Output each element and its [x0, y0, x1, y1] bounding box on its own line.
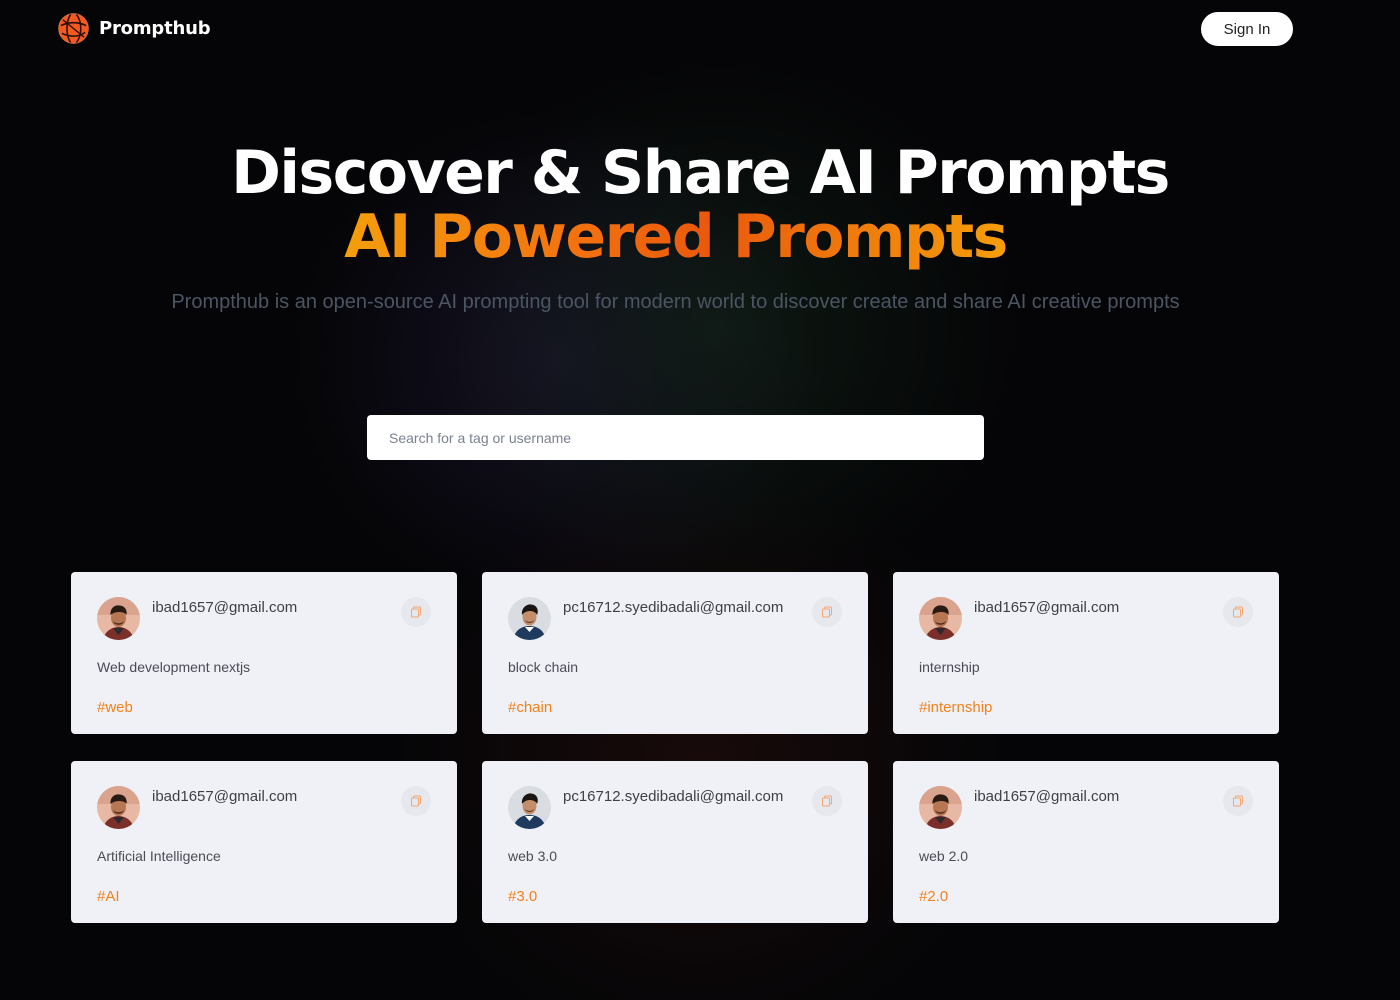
copy-icon: [411, 795, 421, 807]
prompt-card[interactable]: pc16712.syedibadali@gmail.com web 3.0 #3…: [482, 761, 868, 923]
prompt-card[interactable]: ibad1657@gmail.com web 2.0 #2.0: [893, 761, 1279, 923]
prompt-tag[interactable]: #3.0: [508, 888, 537, 905]
user-email[interactable]: ibad1657@gmail.com: [152, 599, 297, 616]
globe-icon: [58, 13, 89, 44]
copy-button[interactable]: [1223, 597, 1253, 627]
prompt-card[interactable]: pc16712.syedibadali@gmail.com block chai…: [482, 572, 868, 734]
user-email[interactable]: ibad1657@gmail.com: [974, 599, 1119, 616]
copy-button[interactable]: [401, 786, 431, 816]
copy-icon: [1233, 795, 1243, 807]
user-email[interactable]: pc16712.syedibadali@gmail.com: [563, 599, 783, 616]
prompt-text: internship: [919, 659, 980, 675]
prompt-tag[interactable]: #web: [97, 699, 133, 716]
prompt-tag[interactable]: #internship: [919, 699, 992, 716]
prompt-tag[interactable]: #chain: [508, 699, 552, 716]
copy-icon: [411, 606, 421, 618]
avatar-ibad-icon: [919, 597, 962, 640]
copy-icon: [1233, 606, 1243, 618]
copy-button[interactable]: [812, 597, 842, 627]
copy-button[interactable]: [401, 597, 431, 627]
avatar-syed-icon: [508, 597, 551, 640]
avatar[interactable]: [97, 597, 140, 640]
subtitle-text: AI Powered Prompts: [344, 202, 1008, 272]
avatar[interactable]: [97, 786, 140, 829]
copy-icon: [822, 795, 832, 807]
page-title: Discover & Share AI Prompts: [231, 138, 1170, 208]
copy-button[interactable]: [812, 786, 842, 816]
user-email[interactable]: ibad1657@gmail.com: [152, 788, 297, 805]
logo[interactable]: Prompthub: [57, 12, 211, 45]
page-subtitle: AI Powered Prompts: [0, 201, 1351, 273]
avatar-ibad-icon: [97, 786, 140, 829]
avatar[interactable]: [508, 786, 551, 829]
prompt-text: block chain: [508, 659, 579, 675]
hero-description: Prompthub is an open-source AI prompting…: [171, 291, 1180, 313]
user-email[interactable]: ibad1657@gmail.com: [974, 788, 1119, 805]
prompt-text: Web development nextjs: [97, 659, 251, 675]
avatar-ibad-icon: [97, 597, 140, 640]
prompt-tag[interactable]: #AI: [97, 888, 120, 905]
prompt-card[interactable]: ibad1657@gmail.com Artificial Intelligen…: [71, 761, 457, 923]
prompt-text: web 3.0: [508, 848, 558, 864]
avatar[interactable]: [508, 597, 551, 640]
copy-button[interactable]: [1223, 786, 1253, 816]
avatar-syed-icon: [508, 786, 551, 829]
prompt-card[interactable]: ibad1657@gmail.com Web development nextj…: [71, 572, 457, 734]
navbar: Prompthub Sign In: [0, 0, 1400, 60]
brand-name: Prompthub: [99, 18, 211, 39]
avatar-ibad-icon: [919, 786, 962, 829]
avatar[interactable]: [919, 786, 962, 829]
sign-in-button[interactable]: Sign In: [1201, 12, 1293, 46]
copy-icon: [822, 606, 832, 618]
prompt-card[interactable]: ibad1657@gmail.com internship #internshi…: [893, 572, 1279, 734]
prompt-text: web 2.0: [919, 848, 969, 864]
prompt-text: Artificial Intelligence: [97, 848, 221, 864]
avatar[interactable]: [919, 597, 962, 640]
prompt-tag[interactable]: #2.0: [919, 888, 948, 905]
search-input[interactable]: [367, 415, 984, 460]
user-email[interactable]: pc16712.syedibadali@gmail.com: [563, 788, 783, 805]
